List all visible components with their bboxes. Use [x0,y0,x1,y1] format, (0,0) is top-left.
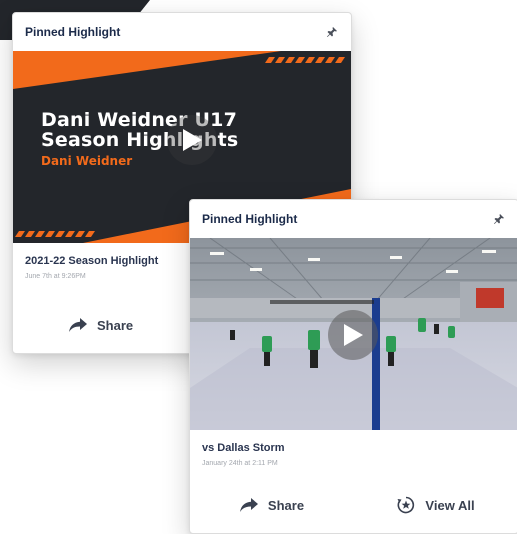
share-button[interactable]: Share [190,498,354,513]
play-button[interactable] [167,115,217,165]
card-actions: Share View All [190,477,517,533]
view-all-label: View All [425,497,475,513]
view-all-button[interactable]: View All [354,496,517,514]
highlight-date: January 24th at 2:11 PM [202,460,278,467]
card-header-title: Pinned Highlight [25,25,121,39]
play-icon [183,129,202,151]
card-header-title: Pinned Highlight [202,212,298,226]
pin-icon[interactable] [325,25,339,39]
share-label: Share [267,497,305,513]
share-icon [239,498,258,512]
pin-icon[interactable] [492,212,506,226]
share-label: Share [97,317,134,333]
highlight-title[interactable]: vs Dallas Storm [202,442,506,454]
card-header: Pinned Highlight [190,200,517,238]
card-header: Pinned Highlight [13,13,351,51]
video-thumbnail[interactable] [190,238,517,430]
highlight-card-2: Pinned Highlight vs Dallas Storm January… [189,199,517,534]
star-history-icon [397,496,415,514]
card-info: vs Dallas Storm January 24th at 2:11 PM [190,430,517,467]
share-icon [69,318,87,332]
play-button[interactable] [328,310,378,360]
play-icon [344,324,363,346]
